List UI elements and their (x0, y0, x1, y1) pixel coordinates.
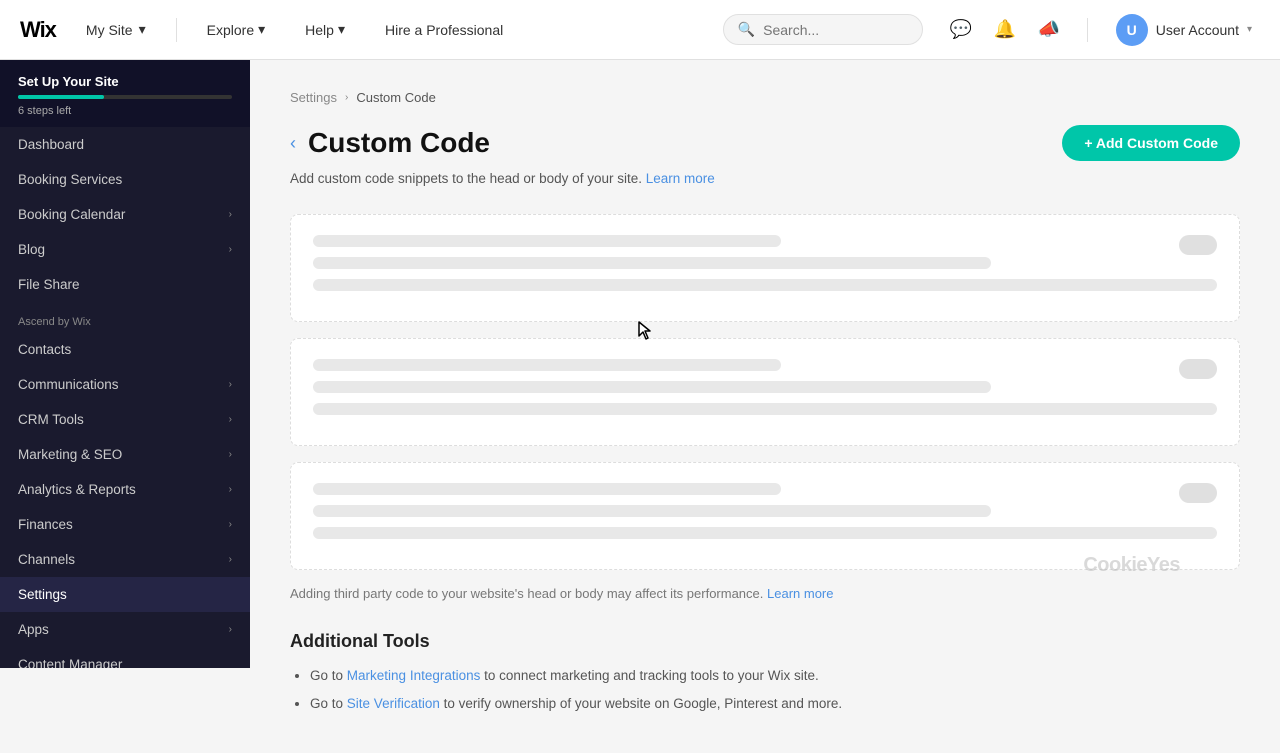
topnav: Wix My Site ▾ Explore ▾ Help ▾ Hire a Pr… (0, 0, 1280, 60)
skeleton-row (313, 359, 781, 371)
explore-nav-link[interactable]: Explore ▾ (197, 15, 276, 44)
sidebar-item-contacts[interactable]: Contacts (0, 332, 250, 367)
setup-title: Set Up Your Site (18, 74, 232, 89)
sidebar-item-file-share[interactable]: File Share (0, 267, 250, 302)
chat-icon-button[interactable]: 💬 (943, 12, 979, 48)
bottom-learn-more-link[interactable]: Learn more (767, 586, 833, 601)
chevron-right-icon: › (229, 244, 232, 255)
skeleton-row (313, 505, 991, 517)
notifications-icon-button[interactable]: 🔔 (987, 12, 1023, 48)
skeleton-row (313, 381, 991, 393)
skeleton-row (313, 483, 781, 495)
hire-professional-nav-link[interactable]: Hire a Professional (375, 16, 513, 44)
breadcrumb-current: Custom Code (356, 90, 435, 105)
sidebar-item-blog[interactable]: Blog › (0, 232, 250, 267)
breadcrumb-settings-link[interactable]: Settings (290, 90, 337, 105)
breadcrumb: Settings › Custom Code (290, 90, 1240, 105)
code-card-1 (290, 214, 1240, 322)
breadcrumb-chevron-icon: › (345, 92, 348, 103)
nav-divider (176, 18, 177, 42)
my-site-button[interactable]: My Site ▾ (76, 15, 156, 44)
chevron-right-icon: › (229, 519, 232, 530)
chevron-right-icon: › (229, 379, 232, 390)
chevron-down-icon: ▾ (1247, 24, 1252, 35)
sidebar-item-booking-services[interactable]: Booking Services (0, 162, 250, 197)
page-title: Custom Code (308, 127, 490, 159)
marketing-integrations-link[interactable]: Marketing Integrations (347, 668, 481, 683)
user-account-button[interactable]: U User Account ▾ (1108, 10, 1260, 50)
sidebar-setup: Set Up Your Site 6 steps left (0, 60, 250, 127)
list-item: Go to Site Verification to verify owners… (310, 694, 1240, 714)
announcements-icon-button[interactable]: 📣 (1031, 12, 1067, 48)
toggle-switch[interactable] (1179, 359, 1217, 379)
additional-tools-list: Go to Marketing Integrations to connect … (290, 666, 1240, 715)
chevron-down-icon: ▾ (139, 21, 146, 38)
wix-logo[interactable]: Wix (20, 17, 56, 43)
toggle-switch[interactable] (1179, 235, 1217, 255)
toggle-switch[interactable] (1179, 483, 1217, 503)
setup-progress-bar (18, 95, 104, 99)
sidebar-item-dashboard[interactable]: Dashboard (0, 127, 250, 162)
chevron-right-icon: › (229, 484, 232, 495)
chevron-right-icon: › (229, 414, 232, 425)
user-account-label: User Account (1156, 22, 1239, 38)
sidebar-item-channels[interactable]: Channels › (0, 542, 250, 577)
setup-progress-bar-container (18, 95, 232, 99)
sidebar-item-communications[interactable]: Communications › (0, 367, 250, 402)
site-verification-link[interactable]: Site Verification (347, 696, 440, 711)
nav-icons: 💬 🔔 📣 (943, 12, 1067, 48)
learn-more-link[interactable]: Learn more (646, 171, 715, 186)
additional-tools-section: Additional Tools Go to Marketing Integra… (290, 631, 1240, 715)
sidebar-item-apps[interactable]: Apps › (0, 612, 250, 647)
sidebar-item-content-manager[interactable]: Content Manager (0, 647, 250, 668)
additional-tools-title: Additional Tools (290, 631, 1240, 652)
skeleton-row (313, 235, 781, 247)
sidebar-item-finances[interactable]: Finances › (0, 507, 250, 542)
add-custom-code-button[interactable]: + Add Custom Code (1062, 125, 1240, 161)
sidebar-item-settings[interactable]: Settings (0, 577, 250, 612)
main-content: Settings › Custom Code ‹ Custom Code + A… (250, 60, 1280, 753)
bottom-info: Adding third party code to your website'… (290, 586, 1240, 601)
sidebar: Set Up Your Site 6 steps left Dashboard … (0, 60, 250, 668)
skeleton-row (313, 527, 1217, 539)
chevron-right-icon: › (229, 554, 232, 565)
code-card-2 (290, 338, 1240, 446)
code-card-3 (290, 462, 1240, 570)
search-bar[interactable]: 🔍 (723, 14, 923, 45)
sidebar-item-marketing-seo[interactable]: Marketing & SEO › (0, 437, 250, 472)
skeleton-row (313, 279, 1217, 291)
chevron-right-icon: › (229, 624, 232, 635)
search-icon: 🔍 (738, 21, 755, 38)
sidebar-item-analytics-reports[interactable]: Analytics & Reports › (0, 472, 250, 507)
chevron-right-icon: › (229, 209, 232, 220)
page-header: ‹ Custom Code + Add Custom Code (290, 125, 1240, 161)
chevron-right-icon: › (229, 449, 232, 460)
sidebar-item-booking-calendar[interactable]: Booking Calendar › (0, 197, 250, 232)
setup-steps-left: 6 steps left (18, 105, 232, 117)
sidebar-item-crm-tools[interactable]: CRM Tools › (0, 402, 250, 437)
chevron-down-icon: ▾ (338, 21, 345, 38)
chevron-down-icon: ▾ (258, 21, 265, 38)
nav-divider-right (1087, 18, 1088, 42)
avatar: U (1116, 14, 1148, 46)
search-input[interactable] (763, 22, 903, 38)
back-button[interactable]: ‹ (290, 134, 296, 152)
help-nav-link[interactable]: Help ▾ (295, 15, 355, 44)
skeleton-row (313, 257, 991, 269)
list-item: Go to Marketing Integrations to connect … (310, 666, 1240, 686)
page-subtitle: Add custom code snippets to the head or … (290, 171, 1240, 186)
skeleton-row (313, 403, 1217, 415)
ascend-section-label: Ascend by Wix (0, 302, 250, 332)
code-cards-container: CookieYes (290, 214, 1240, 570)
